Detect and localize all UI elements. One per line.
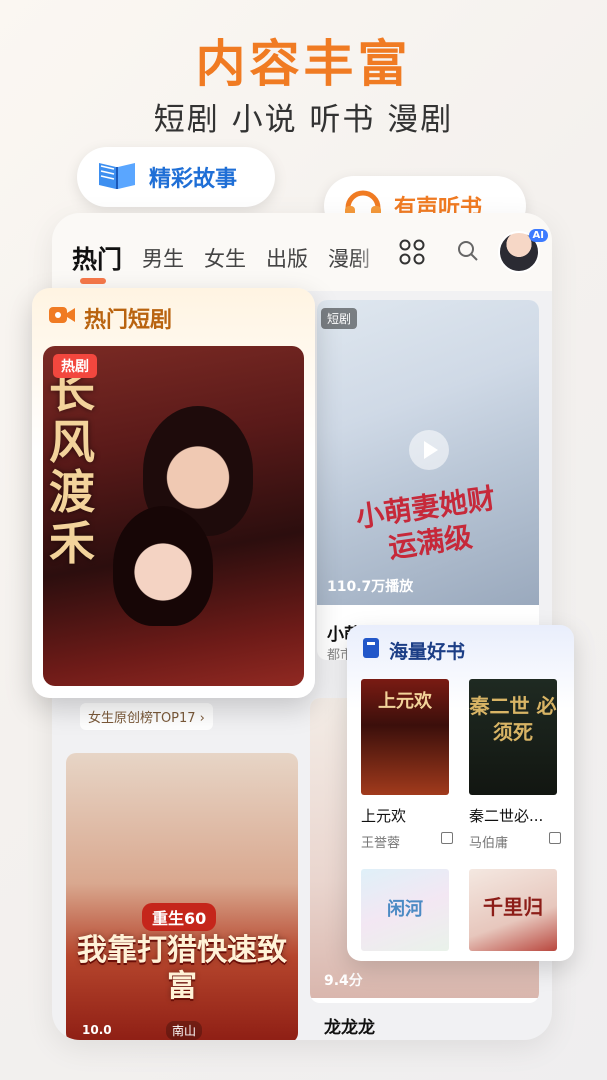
book-title: 上元欢 bbox=[361, 807, 407, 825]
book-cover: 秦二世 必须死 bbox=[469, 679, 557, 795]
search-icon[interactable] bbox=[456, 239, 482, 265]
tab-female[interactable]: 女生 bbox=[204, 243, 246, 273]
book-author: 王誉蓉 bbox=[361, 836, 401, 851]
read-icon[interactable] bbox=[549, 832, 561, 844]
hot-tag: 热剧 bbox=[53, 354, 97, 378]
avatar[interactable]: AI bbox=[498, 229, 548, 273]
hot-drama-cover[interactable]: 长风渡禾 热剧 bbox=[43, 346, 304, 686]
tab-male[interactable]: 男生 bbox=[142, 243, 184, 273]
hot-shorts-title: 热门短剧 bbox=[84, 308, 173, 333]
rank-chip[interactable]: 女生原创榜TOP17 › bbox=[80, 703, 213, 730]
tab-hot[interactable]: 热门 bbox=[72, 240, 122, 284]
floral-book-title: 龙龙龙 bbox=[324, 1018, 375, 1038]
score: 9.4分 bbox=[324, 973, 363, 989]
hot-shorts-header: 热门短剧 bbox=[48, 302, 172, 334]
book-cover: 闲河 bbox=[361, 869, 449, 951]
good-books-header: 海量好书 bbox=[361, 637, 465, 664]
book-title: 秦二世必... bbox=[469, 807, 544, 825]
headline: 内容丰富 bbox=[195, 35, 412, 93]
open-book-icon bbox=[95, 157, 139, 197]
subline: 短剧 小说 听书 漫剧 bbox=[153, 102, 454, 138]
ai-badge: AI bbox=[528, 229, 548, 242]
story-pill[interactable]: 精彩故事 bbox=[77, 147, 275, 207]
short-cover-art: 小萌妻她财运满级 bbox=[353, 481, 498, 565]
book-item[interactable]: 上元欢 上元欢 王誉蓉 bbox=[361, 679, 453, 851]
short-drama-cover: 短剧 小萌妻她财运满级 110.7万播放 bbox=[317, 300, 539, 605]
good-books-title: 海量好书 bbox=[389, 641, 466, 663]
short-drama-card[interactable]: 短剧 小萌妻她财运满级 110.7万播放 小萌妻她财运满级 都市 bbox=[317, 300, 539, 660]
book-cover-art: 千里归 bbox=[483, 895, 543, 919]
book-item[interactable]: 千里归 bbox=[469, 869, 561, 951]
short-tag: 短剧 bbox=[321, 308, 358, 329]
hot-cover-art: 长风渡禾 bbox=[49, 364, 95, 570]
book-item[interactable]: 闲河 bbox=[361, 869, 453, 951]
hot-shorts-panel[interactable]: 热门短剧 长风渡禾 热剧 bbox=[32, 288, 315, 698]
story-pill-label: 精彩故事 bbox=[149, 167, 238, 192]
cover-figure-female bbox=[113, 506, 213, 626]
play-count: 110.7万播放 bbox=[327, 579, 414, 595]
read-icon[interactable] bbox=[441, 832, 453, 844]
rebirth-count: 10.0 bbox=[82, 1023, 112, 1037]
book-icon bbox=[361, 637, 381, 664]
book-cover-art: 秦二世 必须死 bbox=[469, 694, 557, 744]
book-author: 马伯庸 bbox=[469, 836, 509, 851]
book-cover-art: 闲河 bbox=[387, 899, 423, 920]
rebirth-publisher: 南山 bbox=[166, 1021, 203, 1040]
book-cover-art: 上元欢 bbox=[378, 691, 432, 712]
book-cover: 上元欢 bbox=[361, 679, 449, 795]
grid-menu-icon[interactable] bbox=[399, 239, 425, 265]
book-item[interactable]: 秦二世 必须死 秦二世必... 马伯庸 bbox=[469, 679, 561, 851]
good-books-panel[interactable]: 海量好书 上元欢 上元欢 王誉蓉 秦二世 必须死 秦二世必... 马伯庸 闲河 … bbox=[347, 625, 574, 961]
rebirth-cover-title: 我靠打猎快速致富 bbox=[77, 933, 287, 1004]
book-cover: 千里归 bbox=[469, 869, 557, 951]
rebirth-tag: 重生60 bbox=[142, 903, 217, 931]
tab-publish[interactable]: 出版 bbox=[266, 243, 308, 273]
video-camera-icon bbox=[48, 304, 76, 332]
book-author-row: 王誉蓉 bbox=[361, 832, 453, 851]
play-icon[interactable] bbox=[409, 430, 449, 470]
rebirth-drama-card[interactable]: 重生60 我靠打猎快速致富 10.0 南山 bbox=[66, 753, 298, 1040]
book-author-row: 马伯庸 bbox=[469, 832, 561, 851]
